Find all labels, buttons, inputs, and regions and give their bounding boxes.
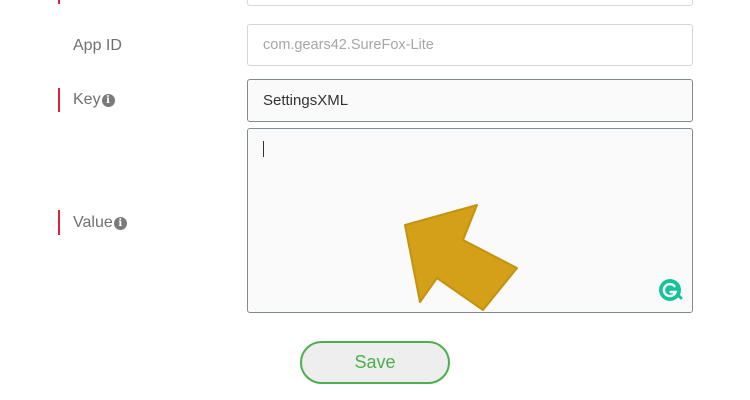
app-id-input[interactable]: com.gears42.SureFox-Lite [247, 24, 693, 66]
save-button[interactable]: Save [300, 341, 450, 384]
value-label-text: Value [73, 214, 113, 231]
text-caret [263, 141, 264, 157]
info-circle-icon[interactable]: i [113, 217, 127, 230]
previous-field-input[interactable] [247, 0, 693, 6]
grammarly-icon[interactable] [657, 277, 683, 303]
app-id-label-text: App ID [73, 37, 122, 54]
key-value: SettingsXML [263, 92, 349, 109]
pointer-arrow-icon [404, 204, 518, 311]
app-id-value: com.gears42.SureFox-Lite [263, 37, 434, 53]
value-label: Value i [73, 213, 127, 233]
key-input[interactable]: SettingsXML [247, 79, 693, 122]
app-id-label: App ID [73, 36, 122, 56]
key-label-text: Key [73, 91, 101, 108]
info-circle-icon[interactable]: i [101, 94, 115, 107]
key-required-marker [58, 88, 60, 112]
value-required-marker [58, 210, 60, 235]
required-marker-prev [58, 0, 60, 4]
key-label: Key i [73, 90, 115, 110]
